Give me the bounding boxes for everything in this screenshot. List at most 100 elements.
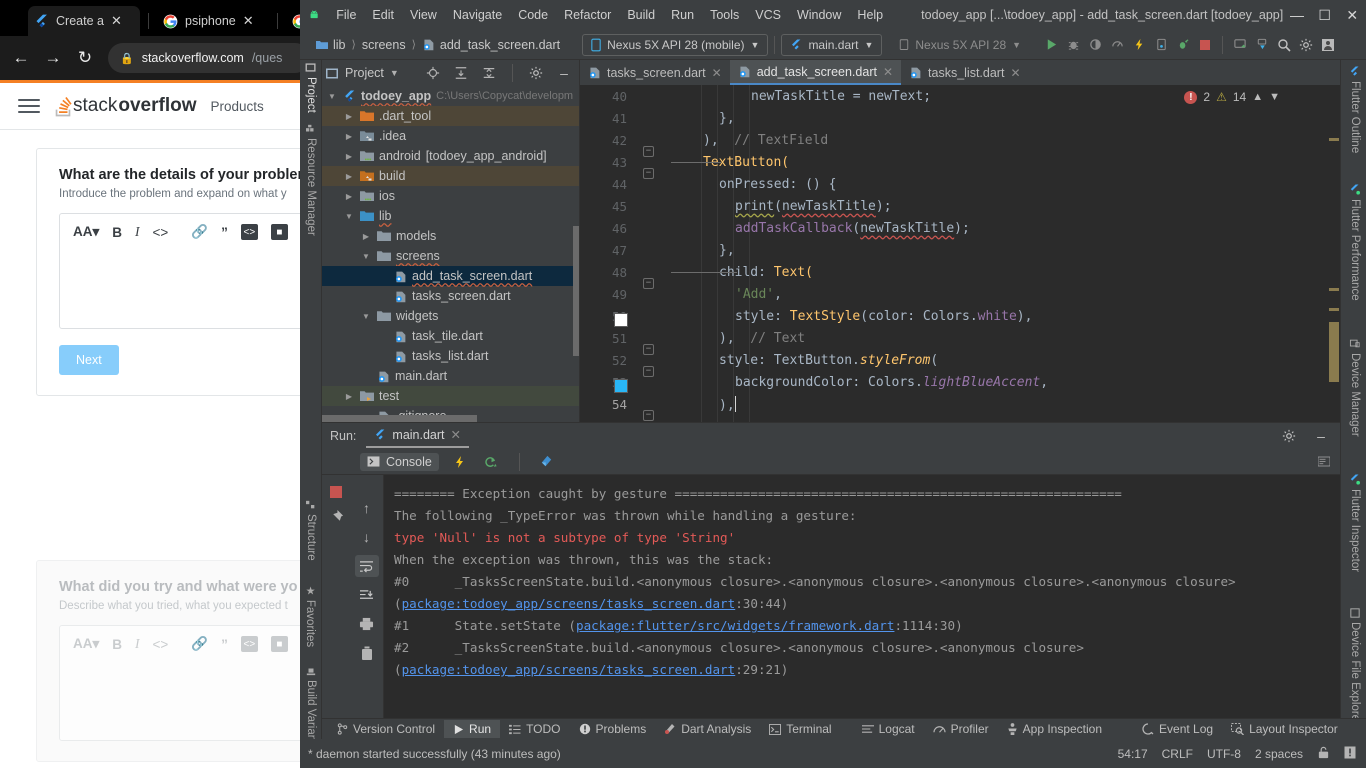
- tree-node-build[interactable]: ▶ build: [322, 166, 579, 186]
- tree-node-main-dart[interactable]: main.dart: [322, 366, 579, 386]
- chevron-right-icon[interactable]: ▶: [343, 172, 355, 181]
- close-icon[interactable]: ✕: [883, 65, 893, 79]
- heading-icon[interactable]: AA▾: [73, 224, 99, 240]
- bottom-tab-event-log[interactable]: Event Log: [1133, 720, 1222, 738]
- close-icon[interactable]: ✕: [243, 13, 254, 29]
- print-icon[interactable]: [355, 613, 379, 635]
- dart-devtools-icon[interactable]: [536, 450, 558, 474]
- problem-details-textarea[interactable]: [60, 250, 310, 328]
- caret-position[interactable]: 54:17: [1118, 747, 1148, 761]
- run-configuration-selector[interactable]: main.dart ▼: [781, 33, 883, 56]
- chevron-down-icon[interactable]: ▼: [360, 312, 372, 321]
- browser-tab-1[interactable]: psiphone ✕: [157, 6, 269, 36]
- expand-all-icon[interactable]: [450, 61, 472, 85]
- breadcrumb-file[interactable]: add_task_screen.dart: [422, 38, 560, 52]
- collapse-all-icon[interactable]: [478, 61, 500, 85]
- chevron-down-icon[interactable]: ▼: [390, 68, 399, 78]
- menu-build[interactable]: Build: [619, 5, 663, 25]
- menu-navigate[interactable]: Navigate: [445, 5, 510, 25]
- hot-restart-icon[interactable]: [481, 450, 503, 474]
- breadcrumb-screens[interactable]: screens: [362, 38, 406, 52]
- close-icon[interactable]: ✕: [451, 427, 461, 442]
- hamburger-menu-icon[interactable]: [18, 99, 40, 113]
- trash-icon[interactable]: [355, 642, 379, 664]
- stop-icon[interactable]: [1194, 33, 1216, 57]
- tree-node-add-task-screen-dart[interactable]: add_task_screen.dart: [322, 266, 579, 286]
- tree-node-android[interactable]: ▶ android [todoey_app_android]: [322, 146, 579, 166]
- menu-file[interactable]: File: [328, 5, 364, 25]
- open-devtools-icon[interactable]: [1150, 33, 1172, 57]
- editor-marker-bar[interactable]: [1328, 110, 1340, 422]
- tool-window-device-file-explorer[interactable]: Device File Explorer: [1349, 608, 1361, 725]
- editor-tab-tasks-screen[interactable]: tasks_screen.dart ✕: [580, 60, 730, 85]
- console-scrollbar[interactable]: [1326, 475, 1340, 718]
- locate-icon[interactable]: [422, 61, 444, 85]
- inspection-widget[interactable]: ! 2 ⚠ 14 ▲ ▼: [1184, 90, 1280, 104]
- inline-code-icon[interactable]: <>: [153, 225, 169, 240]
- chevron-down-icon[interactable]: ▼: [360, 252, 372, 261]
- hide-icon[interactable]: –: [553, 61, 575, 85]
- image-icon[interactable]: ■: [270, 224, 288, 240]
- chevron-right-icon[interactable]: ▶: [343, 132, 355, 141]
- close-icon[interactable]: ✕: [1010, 66, 1020, 80]
- lock-icon[interactable]: [1317, 746, 1330, 762]
- bold-icon[interactable]: B: [112, 225, 122, 240]
- maximize-button[interactable]: ☐: [1311, 0, 1339, 30]
- tool-window-favorites[interactable]: ★ Favorites: [304, 585, 317, 647]
- forward-arrow-icon[interactable]: →: [38, 43, 68, 73]
- menu-edit[interactable]: Edit: [364, 5, 402, 25]
- run-coverage-icon[interactable]: [1084, 33, 1106, 57]
- tool-window-structure[interactable]: Structure: [305, 500, 317, 561]
- next-button[interactable]: Next: [59, 345, 119, 375]
- tool-window-resource-manager[interactable]: Resource Manager: [305, 124, 317, 236]
- device-selector[interactable]: Nexus 5X API 28 (mobile) ▼: [582, 33, 769, 56]
- menu-help[interactable]: Help: [849, 5, 891, 25]
- bottom-tab-app-inspection[interactable]: App Inspection: [998, 720, 1111, 738]
- stackoverflow-logo[interactable]: stack overflow: [54, 95, 196, 117]
- bottom-tab-dart-analysis[interactable]: Dart Analysis: [655, 720, 760, 738]
- device-secondary-selector[interactable]: Nexus 5X API 28 ▼: [890, 33, 1031, 56]
- chevron-down-icon[interactable]: ▼: [326, 92, 338, 101]
- line-separator[interactable]: CRLF: [1162, 747, 1193, 761]
- address-bar[interactable]: 🔒 stackoverflow.com/ques: [108, 43, 310, 73]
- editor-text-area[interactable]: 40 newTaskTitle = newText; 41}, 42−), // Te…: [580, 85, 1340, 422]
- avatar-icon[interactable]: [1317, 33, 1339, 57]
- prev-problem-icon[interactable]: ▲: [1252, 91, 1263, 103]
- minimize-button[interactable]: —: [1283, 0, 1311, 30]
- close-icon[interactable]: ✕: [111, 13, 122, 29]
- code-block-icon[interactable]: <>: [240, 224, 258, 240]
- chevron-right-icon[interactable]: ▶: [360, 232, 372, 241]
- project-tree-scrollbar[interactable]: [322, 415, 477, 422]
- tree-node--idea[interactable]: ▶ .idea: [322, 126, 579, 146]
- project-tree-vscrollbar[interactable]: [573, 226, 579, 356]
- console-options-icon[interactable]: [1318, 450, 1340, 474]
- gear-icon[interactable]: [1278, 424, 1300, 448]
- menu-refactor[interactable]: Refactor: [556, 5, 619, 25]
- menu-run[interactable]: Run: [663, 5, 702, 25]
- console-link[interactable]: package:todoey_app/screens/tasks_screen.…: [402, 662, 736, 677]
- bottom-tab-logcat[interactable]: Logcat: [853, 720, 924, 738]
- console-link[interactable]: package:flutter/src/widgets/framework.da…: [576, 618, 894, 633]
- menu-tools[interactable]: Tools: [702, 5, 747, 25]
- menu-code[interactable]: Code: [510, 5, 556, 25]
- back-arrow-icon[interactable]: ←: [6, 43, 36, 73]
- next-problem-icon[interactable]: ▼: [1269, 91, 1280, 103]
- device-manager-icon[interactable]: [1229, 33, 1251, 57]
- scroll-to-end-icon[interactable]: [355, 584, 379, 606]
- sdk-manager-icon[interactable]: [1251, 33, 1273, 57]
- chevron-right-icon[interactable]: ▶: [343, 112, 355, 121]
- indent-setting[interactable]: 2 spaces: [1255, 747, 1303, 761]
- tree-node-tasks-list-dart[interactable]: tasks_list.dart: [322, 346, 579, 366]
- rich-text-editor[interactable]: AA▾ B I <> 🔗 ” <> ■: [59, 213, 310, 329]
- editor-tab-add-task-screen[interactable]: add_task_screen.dart ✕: [729, 60, 902, 85]
- console-tab[interactable]: Console: [360, 452, 439, 471]
- chevron-right-icon[interactable]: ▶: [343, 192, 355, 201]
- menu-vcs[interactable]: VCS: [747, 5, 789, 25]
- console-output[interactable]: ======== Exception caught by gesture ===…: [384, 475, 1326, 718]
- bottom-tab-todo[interactable]: TODO: [500, 720, 569, 738]
- tree-node-tasks-screen-dart[interactable]: tasks_screen.dart: [322, 286, 579, 306]
- soft-wrap-icon[interactable]: [354, 555, 379, 577]
- scroll-down-icon[interactable]: ↓: [355, 526, 379, 548]
- tool-window-device-manager[interactable]: Device Manager: [1349, 338, 1361, 437]
- so-nav-products[interactable]: Products: [210, 99, 263, 114]
